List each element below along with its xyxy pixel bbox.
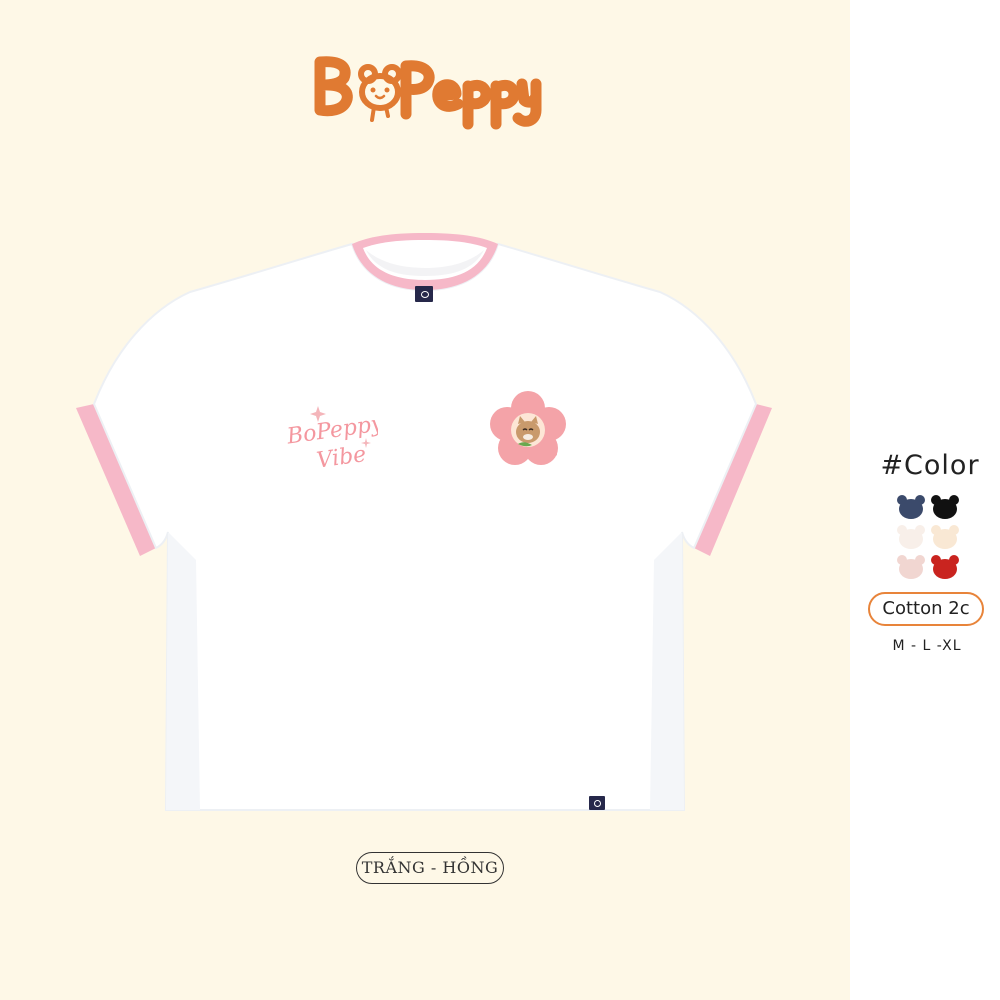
color-heading: #Color [880, 450, 980, 481]
left-chest-print: BoPeppy Vibe [284, 406, 378, 474]
material-badge: Cotton 2c [868, 592, 984, 626]
color-swatch-grid [896, 494, 962, 582]
flower-cat-icon [490, 391, 566, 465]
hem-label-icon [594, 800, 601, 807]
tshirt-image [76, 233, 772, 811]
swatch-cream[interactable] [930, 524, 960, 550]
neck-label-icon [421, 291, 429, 298]
sizes-text: M - L -XL [892, 638, 962, 654]
product-image: BoPeppy Vibe TRẮNG - HỒNG #Color Cotton … [0, 0, 1000, 1000]
main-panel: BoPeppy Vibe TRẮNG - HỒNG [0, 0, 850, 1000]
brand-logo [314, 56, 542, 130]
color-name-badge: TRẮNG - HỒNG [356, 852, 504, 884]
swatch-pink[interactable] [896, 554, 926, 580]
swatch-black[interactable] [930, 494, 960, 520]
swatch-white[interactable] [896, 524, 926, 550]
swatch-navy[interactable] [896, 494, 926, 520]
swatch-red[interactable] [930, 554, 960, 580]
svg-text:Vibe: Vibe [315, 442, 368, 474]
